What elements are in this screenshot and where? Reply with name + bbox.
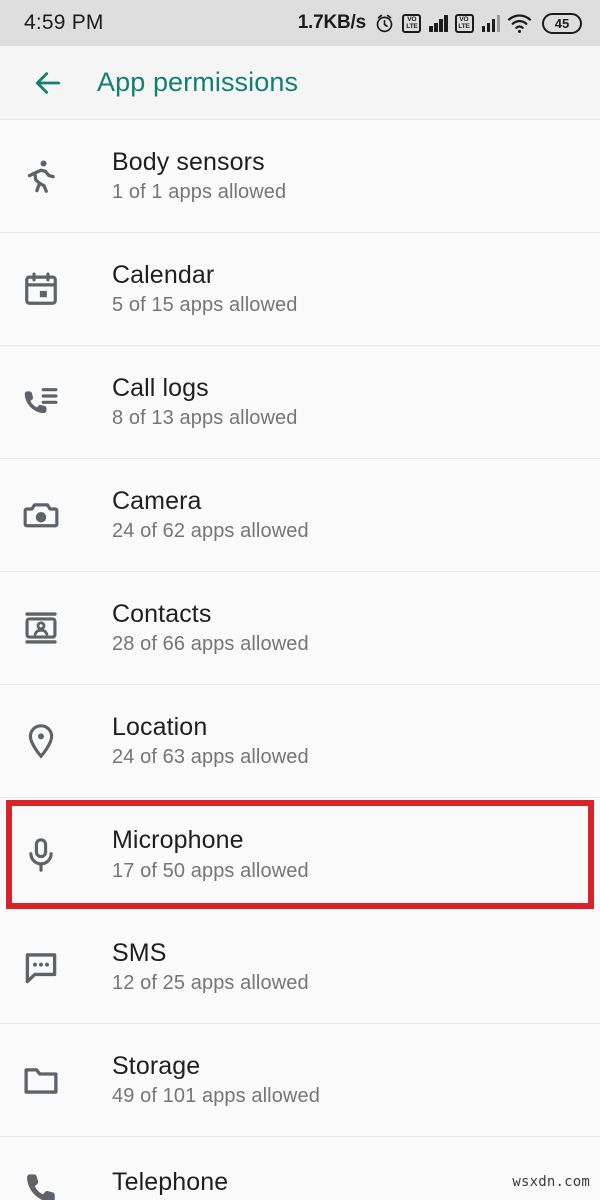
permission-text: Location 24 of 63 apps allowed — [112, 712, 309, 769]
permission-text: Calendar 5 of 15 apps allowed — [112, 260, 298, 317]
permission-title: Body sensors — [112, 147, 265, 176]
permission-text: Call logs 8 of 13 apps allowed — [112, 373, 298, 430]
permission-title: Contacts — [112, 599, 212, 628]
status-icons: 1.7KB/s VO LTE VO LTE 45 — [298, 12, 582, 34]
permission-text: Camera 24 of 62 apps allowed — [112, 486, 309, 543]
permission-row-camera[interactable]: Camera 24 of 62 apps allowed — [0, 459, 600, 572]
signal-bars-sim2-icon — [481, 14, 500, 32]
permission-subtitle: 12 of 25 apps allowed — [112, 972, 309, 995]
running-person-icon — [18, 157, 112, 195]
alarm-clock-icon — [374, 13, 395, 34]
permission-title: SMS — [112, 938, 167, 967]
phone-screen: 4:59 PM 1.7KB/s VO LTE VO LTE 45 App per… — [0, 0, 600, 1200]
permission-list: Body sensors 1 of 1 apps allowed Calenda… — [0, 120, 600, 1200]
permission-title: Call logs — [112, 373, 209, 402]
permission-subtitle: 5 of 15 apps allowed — [112, 294, 298, 317]
permission-subtitle: 1 of 1 apps allowed — [112, 181, 287, 204]
app-bar: App permissions — [0, 46, 600, 120]
page-title: App permissions — [97, 67, 299, 97]
call-logs-icon — [18, 383, 112, 421]
signal-bars-sim1-icon — [429, 14, 448, 32]
volte-sim2-icon: VO LTE — [454, 13, 474, 33]
permission-title: Telephone — [112, 1168, 229, 1196]
permission-subtitle: 28 of 66 apps allowed — [112, 633, 309, 656]
calendar-icon — [18, 270, 112, 308]
permission-subtitle: 24 of 63 apps allowed — [112, 746, 309, 769]
microphone-icon — [18, 836, 112, 874]
status-bar: 4:59 PM 1.7KB/s VO LTE VO LTE 45 — [0, 0, 600, 46]
permission-text: Microphone 17 of 50 apps allowed — [112, 827, 309, 882]
volte-sim2-bottom: LTE — [458, 23, 470, 30]
permission-title: Camera — [112, 486, 202, 515]
watermark: wsxdn.com — [512, 1174, 590, 1190]
permission-row-sms[interactable]: SMS 12 of 25 apps allowed — [0, 911, 600, 1024]
permission-row-calendar[interactable]: Calendar 5 of 15 apps allowed — [0, 233, 600, 346]
permission-row-contacts[interactable]: Contacts 28 of 66 apps allowed — [0, 572, 600, 685]
battery-indicator: 45 — [542, 12, 582, 34]
camera-icon — [18, 496, 112, 534]
permission-row-storage[interactable]: Storage 49 of 101 apps allowed — [0, 1024, 600, 1137]
permission-row-body-sensors[interactable]: Body sensors 1 of 1 apps allowed — [0, 120, 600, 233]
permission-title: Location — [112, 712, 208, 741]
arrow-left-icon — [32, 67, 64, 99]
permission-text: Body sensors 1 of 1 apps allowed — [112, 147, 287, 204]
permission-text: Contacts 28 of 66 apps allowed — [112, 599, 309, 656]
volte-sim1-icon: VO LTE — [402, 13, 421, 33]
battery-level-label: 45 — [554, 15, 570, 31]
permission-subtitle: 49 of 101 apps allowed — [112, 1085, 320, 1108]
volte-sim1-top: VO — [406, 16, 417, 23]
permission-subtitle: 8 of 13 apps allowed — [112, 407, 298, 430]
permission-text: Storage 49 of 101 apps allowed — [112, 1051, 320, 1108]
permission-subtitle: 24 of 62 apps allowed — [112, 520, 309, 543]
wifi-icon — [507, 13, 532, 34]
sms-bubble-icon — [18, 948, 112, 986]
permission-title: Microphone — [112, 826, 244, 855]
permission-row-location[interactable]: Location 24 of 63 apps allowed — [0, 685, 600, 798]
permission-text: SMS 12 of 25 apps allowed — [112, 938, 309, 995]
network-speed-label: 1.7KB/s — [297, 12, 367, 33]
status-clock: 4:59 PM — [24, 11, 104, 34]
permission-row-telephone[interactable]: Telephone — [0, 1137, 600, 1200]
permission-row-call-logs[interactable]: Call logs 8 of 13 apps allowed — [0, 346, 600, 459]
folder-icon — [18, 1061, 112, 1099]
permission-title: Storage — [112, 1051, 201, 1080]
contacts-icon — [18, 609, 112, 647]
permission-row-microphone[interactable]: Microphone 17 of 50 apps allowed — [0, 798, 600, 911]
telephone-icon — [18, 1169, 112, 1200]
location-pin-icon — [18, 722, 112, 760]
permission-title: Calendar — [112, 260, 215, 289]
permission-subtitle: 17 of 50 apps allowed — [112, 859, 309, 882]
volte-sim1-bottom: LTE — [405, 23, 418, 30]
back-button[interactable] — [26, 61, 70, 105]
permission-text: Telephone — [112, 1168, 229, 1197]
volte-sim2-top: VO — [459, 16, 469, 23]
